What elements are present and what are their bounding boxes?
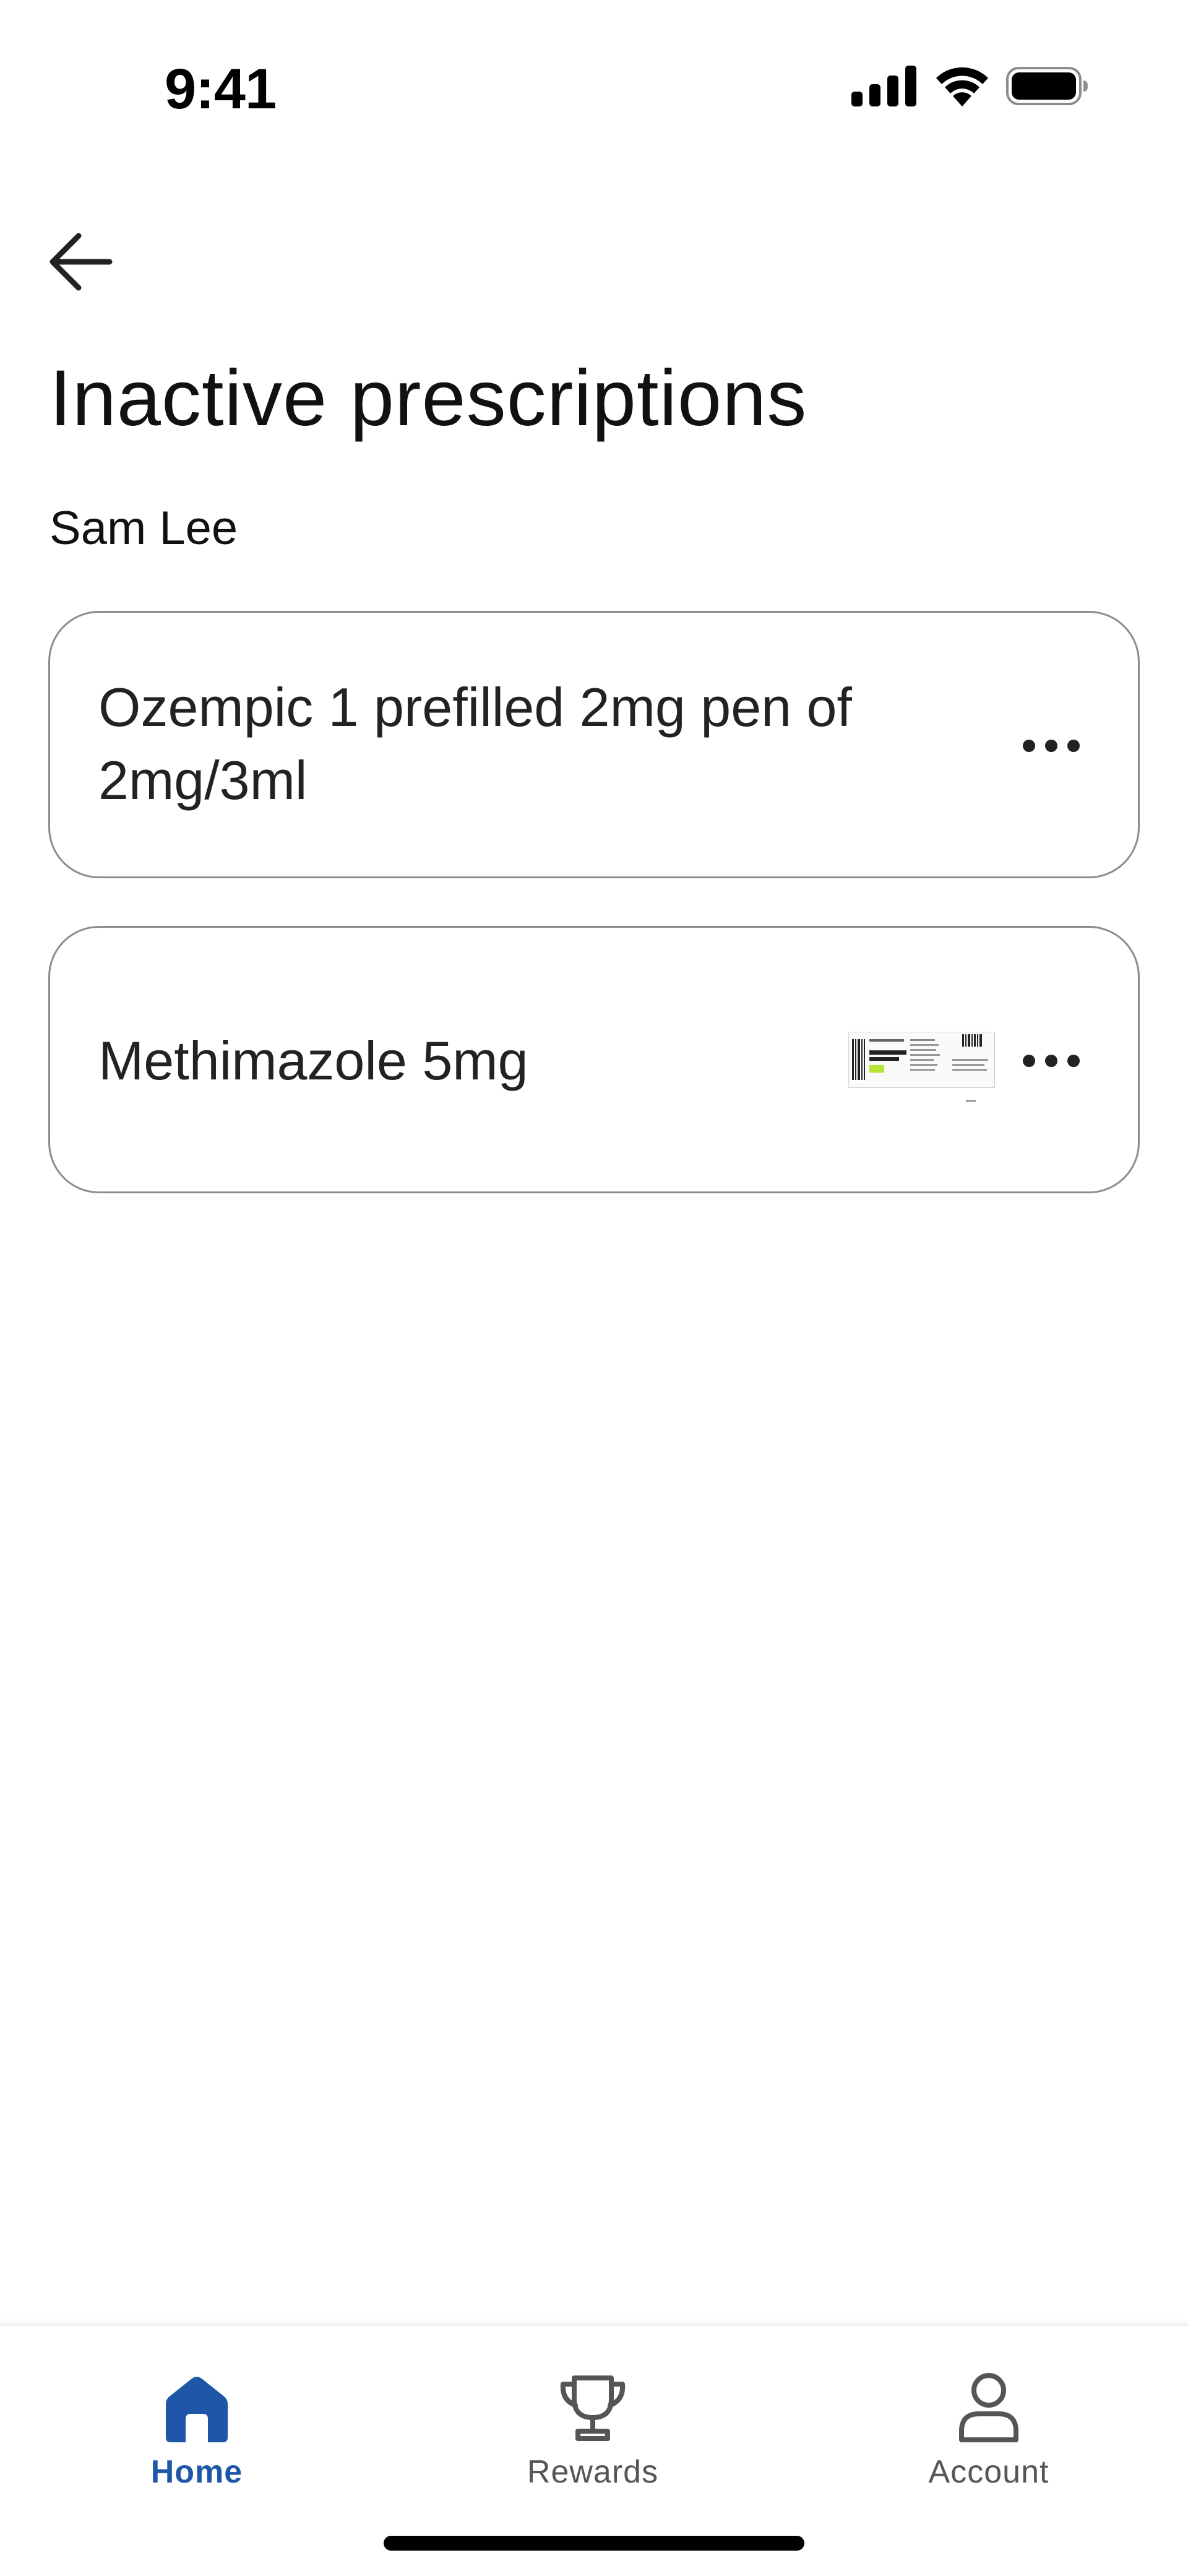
more-horizontal-icon (1022, 738, 1081, 753)
page-title: Inactive prescriptions (50, 354, 807, 443)
trophy-icon (556, 2371, 630, 2445)
tab-rewards[interactable]: Rewards (469, 2345, 717, 2518)
more-options-button[interactable] (1014, 718, 1088, 774)
status-bar: 9:41 (0, 0, 1188, 179)
tab-account[interactable]: Account (865, 2345, 1113, 2518)
status-time: 9:41 (165, 58, 277, 121)
home-icon (160, 2371, 234, 2445)
prescription-label-image (848, 1032, 997, 1106)
signal-icon (851, 66, 918, 106)
more-horizontal-icon (1022, 1053, 1081, 1068)
patient-name: Sam Lee (50, 502, 238, 555)
prescription-name: Methimazole 5mg (98, 1030, 528, 1091)
more-options-button[interactable] (1014, 1033, 1088, 1089)
prescription-card[interactable]: Methimazole 5mg (48, 926, 1140, 1193)
arrow-left-icon (48, 231, 116, 296)
prescription-name: Ozempic 1 prefilled 2mg pen of 2mg/3ml (98, 676, 852, 811)
battery-icon (1006, 66, 1089, 106)
home-indicator (384, 2536, 804, 2551)
status-icons (851, 66, 1089, 106)
person-icon (952, 2371, 1026, 2445)
tab-label: Home (150, 2454, 243, 2490)
wifi-icon (934, 66, 990, 106)
tab-label: Rewards (527, 2454, 659, 2490)
tab-home[interactable]: Home (73, 2345, 321, 2518)
back-button[interactable] (45, 226, 119, 300)
prescription-card[interactable]: Ozempic 1 prefilled 2mg pen of 2mg/3ml (48, 611, 1140, 878)
tab-label: Account (928, 2454, 1049, 2490)
